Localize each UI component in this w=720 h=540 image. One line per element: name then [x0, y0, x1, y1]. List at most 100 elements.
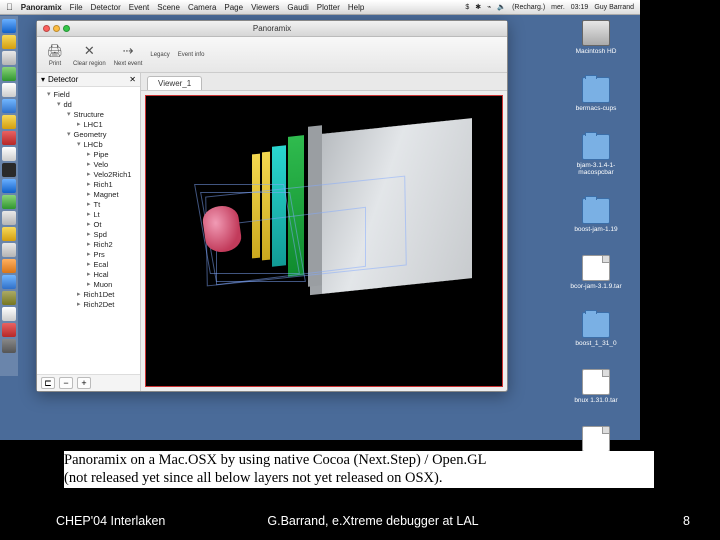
close-icon[interactable]: ✕	[129, 75, 136, 84]
menu-camera[interactable]: Camera	[188, 3, 216, 12]
file-icon	[582, 255, 610, 281]
dock-icon[interactable]	[2, 163, 16, 177]
slide:  Panoramix File Detector Event Scene Ca…	[0, 0, 720, 540]
zoom-in-button[interactable]: +	[77, 377, 91, 389]
dock-icon[interactable]	[2, 67, 16, 81]
dock-icon[interactable]	[2, 115, 16, 129]
dock-icon[interactable]	[2, 323, 16, 337]
footer-center: G.Barrand, e.Xtreme debugger at LAL	[56, 514, 690, 528]
sidebar-header[interactable]: ▾ Detector ✕	[37, 73, 140, 87]
zoom-out-button[interactable]: −	[59, 377, 73, 389]
window-titlebar[interactable]: Panoramix	[37, 21, 507, 37]
tree-item[interactable]: Prs	[87, 249, 140, 259]
dock-icon[interactable]	[2, 227, 16, 241]
toolbar-label: Clear region	[73, 61, 106, 67]
desktop-item[interactable]: bnux 1.31.0.tar	[574, 369, 617, 404]
desktop-label: bermacs-cups	[576, 105, 617, 112]
opengl-viewport[interactable]	[145, 95, 503, 387]
toolbar-print[interactable]: 🖨 Print	[45, 42, 65, 67]
toolbar-label: Print	[49, 61, 61, 67]
desktop-item[interactable]: boost-jam-1.19	[574, 198, 617, 233]
tree-item[interactable]: Rich2	[87, 239, 140, 249]
tree-item[interactable]: Muon	[87, 279, 140, 289]
toolbar-next-event[interactable]: ⇢ Next event	[114, 42, 143, 67]
file-icon	[582, 369, 610, 395]
tree-item[interactable]: Spd	[87, 229, 140, 239]
dock-icon[interactable]	[2, 275, 16, 289]
dock-icon[interactable]	[2, 179, 16, 193]
dock-icon[interactable]	[2, 35, 16, 49]
osx-menubar:  Panoramix File Detector Event Scene Ca…	[0, 0, 640, 15]
status-time: 03:19	[571, 4, 589, 11]
menu-detector[interactable]: Detector	[91, 3, 121, 12]
toolbar-clear-region[interactable]: ✕ Clear region	[73, 42, 106, 67]
toolbar-event-info[interactable]: Event info	[178, 52, 205, 58]
menu-page[interactable]: Page	[224, 3, 243, 12]
desktop-label: bnux 1.31.0.tar	[574, 397, 617, 404]
tree-root[interactable]: Field	[47, 89, 140, 99]
tree-item[interactable]: Hcal	[87, 269, 140, 279]
clear-icon: ✕	[79, 42, 99, 60]
dock-icon[interactable]	[2, 195, 16, 209]
dock-icon[interactable]	[2, 51, 16, 65]
desktop-item[interactable]: boost_1_31_0	[575, 312, 616, 347]
tree-item[interactable]: Rich1Det	[77, 289, 140, 299]
battery-icon: ⌁	[487, 3, 491, 11]
tree-item[interactable]: Velo	[87, 159, 140, 169]
desktop-item[interactable]: Macintosh HD	[576, 20, 617, 55]
dock-icon[interactable]	[2, 243, 16, 257]
tree-item[interactable]: Rich1	[87, 179, 140, 189]
tree-item[interactable]: LHCb	[77, 139, 140, 149]
menu-plotter[interactable]: Plotter	[317, 3, 340, 12]
dock-icon[interactable]	[2, 307, 16, 321]
tree-item[interactable]: Velo2Rich1	[87, 169, 140, 179]
desktop-item[interactable]: bjam-3.1.4-1-macospcbar	[562, 134, 630, 176]
tree-item[interactable]: Magnet	[87, 189, 140, 199]
dock-icon[interactable]	[2, 83, 16, 97]
menu-file[interactable]: File	[70, 3, 83, 12]
dock-icon[interactable]	[2, 131, 16, 145]
panoramix-window: Panoramix 🖨 Print ✕ Clear region ⇢ Next …	[36, 20, 508, 392]
desktop-label: Macintosh HD	[576, 48, 617, 55]
dock-icon[interactable]	[2, 211, 16, 225]
dock-icon[interactable]	[2, 259, 16, 273]
dock-icon[interactable]	[2, 99, 16, 113]
tree-item[interactable]: Ecal	[87, 259, 140, 269]
osx-screenshot:  Panoramix File Detector Event Scene Ca…	[0, 0, 640, 440]
collapse-button[interactable]: ⊏	[41, 377, 55, 389]
dock-icon[interactable]	[2, 19, 16, 33]
tree-item[interactable]: Structure	[67, 109, 140, 119]
tree-item[interactable]: Geometry	[67, 129, 140, 139]
detector-tree: Field dd Structure LHC1 Geometry	[37, 87, 140, 374]
tree-item[interactable]: Ot	[87, 219, 140, 229]
chevron-down-icon: ▾	[41, 75, 45, 84]
status-day: mer.	[551, 4, 565, 11]
toolbar: 🖨 Print ✕ Clear region ⇢ Next event Lega…	[37, 37, 507, 73]
osx-dock	[0, 16, 18, 376]
dock-icon[interactable]	[2, 291, 16, 305]
desktop-item[interactable]: bermacs-cups	[576, 77, 617, 112]
status-1: ✱	[475, 3, 481, 11]
folder-icon	[582, 198, 610, 224]
menu-viewers[interactable]: Viewers	[251, 3, 279, 12]
tree-item[interactable]: Rich2Det	[77, 299, 140, 309]
tree-item[interactable]: Tt	[87, 199, 140, 209]
menu-gaudi[interactable]: Gaudi	[287, 3, 308, 12]
menu-scene[interactable]: Scene	[157, 3, 180, 12]
menu-event[interactable]: Event	[129, 3, 149, 12]
dock-icon[interactable]	[2, 147, 16, 161]
tree-dd[interactable]: dd	[57, 99, 140, 109]
tab-viewer1[interactable]: Viewer_1	[147, 76, 202, 90]
dock-icon[interactable]	[2, 339, 16, 353]
apple-logo-icon: 	[6, 2, 13, 12]
menubar-items: Panoramix File Detector Event Scene Came…	[21, 3, 458, 12]
menu-help[interactable]: Help	[348, 3, 364, 12]
toolbar-legacy[interactable]: Legacy	[150, 52, 169, 58]
desktop-item[interactable]: bcor-jam-3.1.9.tar	[570, 255, 621, 290]
tree-item[interactable]: Pipe	[87, 149, 140, 159]
volume-icon: 🔈	[497, 3, 506, 11]
tree-item[interactable]: LHC1	[77, 119, 140, 129]
menu-panoramix[interactable]: Panoramix	[21, 3, 62, 12]
tree-item[interactable]: Lt	[87, 209, 140, 219]
desktop-label: boost_1_31_0	[575, 340, 616, 347]
